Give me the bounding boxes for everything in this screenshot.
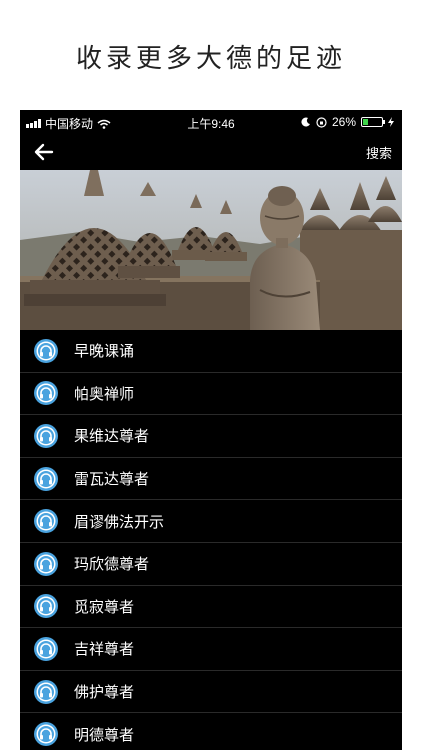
headphones-icon — [34, 594, 58, 619]
list-item[interactable]: 早晚课诵 — [20, 330, 402, 373]
headphones-icon — [34, 636, 58, 661]
list-item-label: 觅寂尊者 — [74, 597, 135, 616]
headphones-icon — [34, 722, 58, 747]
search-button[interactable]: 搜索 — [366, 143, 392, 162]
master-list: 早晚课诵帕奥禅师果维达尊者雷瓦达尊者眉谬佛法开示 玛欣德尊者觅寂尊者吉祥尊者佛护尊… — [20, 330, 402, 750]
status-bar: 中国移动 上午9:46 26% — [20, 110, 402, 134]
battery-icon — [361, 117, 385, 127]
list-item[interactable]: 果维达尊者 — [20, 415, 402, 458]
headphones-icon — [34, 679, 58, 704]
list-item-label: 雷瓦达尊者 — [74, 470, 150, 489]
headphones-icon — [34, 551, 58, 576]
back-arrow-icon[interactable] — [32, 140, 56, 164]
list-item-label: 眉谬佛法开示 — [74, 512, 165, 531]
list-item-label: 玛欣德尊者 — [74, 555, 150, 574]
list-item-label: 帕奥禅师 — [74, 384, 135, 403]
list-item-label: 早晚课诵 — [74, 342, 135, 361]
charging-bolt-icon — [388, 117, 394, 127]
nav-bar: 搜索 — [20, 134, 402, 170]
headphones-icon — [34, 423, 58, 448]
list-item[interactable]: 眉谬佛法开示 — [20, 500, 402, 543]
orientation-lock-icon — [316, 116, 327, 128]
list-item[interactable]: 佛护尊者 — [20, 670, 402, 714]
list-item-label: 佛护尊者 — [74, 683, 135, 702]
list-item[interactable]: 明德尊者 — [20, 713, 402, 750]
hero-image — [20, 170, 402, 330]
headphones-icon — [34, 338, 58, 363]
list-item[interactable]: 玛欣德尊者 — [20, 542, 402, 586]
list-item[interactable]: 吉祥尊者 — [20, 628, 402, 671]
phone-screen: 中国移动 上午9:46 26% 搜索 早晚课诵 帕奥禅师 果维达尊者 雷瓦达尊者… — [20, 110, 402, 750]
headphones-icon — [34, 509, 58, 534]
list-item[interactable]: 觅寂尊者 — [20, 585, 402, 629]
moon-icon — [301, 117, 310, 127]
promo-headline: 收录更多大德的足迹 — [75, 44, 346, 74]
list-item[interactable]: 帕奥禅师 — [20, 372, 402, 416]
list-item-label: 明德尊者 — [74, 725, 135, 744]
list-item[interactable]: 雷瓦达尊者 — [20, 457, 402, 501]
headphones-icon — [34, 381, 58, 406]
battery-percent: 26% — [331, 115, 356, 129]
headphones-icon — [34, 466, 58, 491]
list-item-label: 吉祥尊者 — [74, 640, 135, 659]
list-item-label: 果维达尊者 — [74, 427, 150, 446]
